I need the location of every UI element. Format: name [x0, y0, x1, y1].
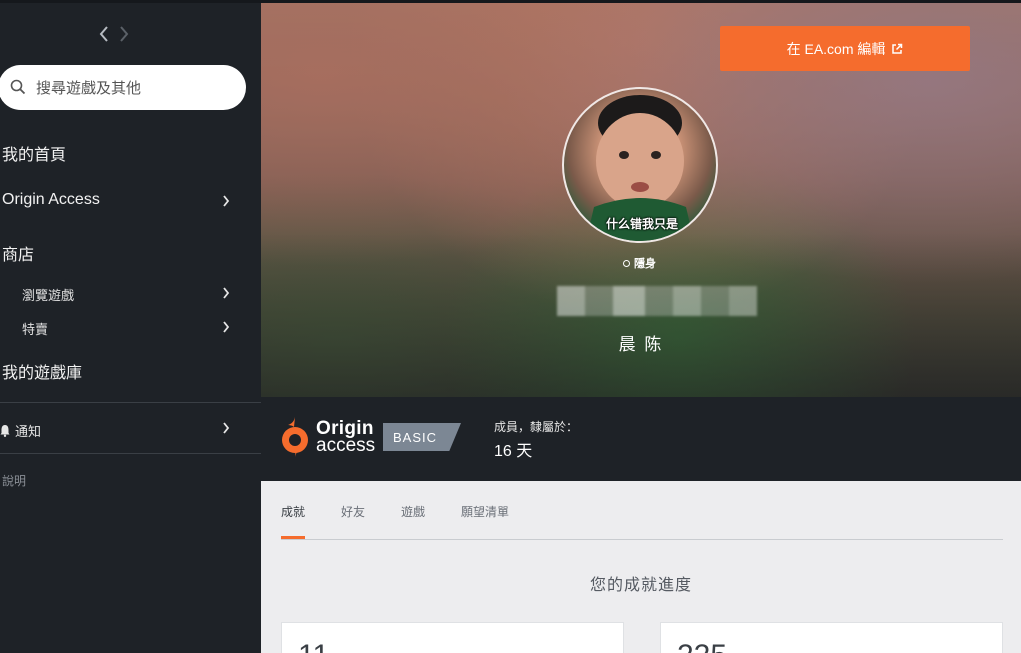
- divider: [0, 453, 261, 454]
- avatar-caption: 什么错我只是: [605, 217, 678, 231]
- origin-access-logo: Origin access: [280, 417, 375, 457]
- sidebar-item-label: 我的首頁: [2, 147, 67, 164]
- sidebar-item-notifications[interactable]: 通知: [0, 421, 41, 440]
- sidebar-item-label: Origin Access: [2, 191, 100, 208]
- online-status[interactable]: 隱身: [623, 255, 656, 271]
- achievement-card: 11: [281, 622, 624, 653]
- tier-badge: BASIC: [383, 423, 461, 451]
- sidebar-item-browse-games[interactable]: 瀏覽遊戲: [22, 285, 74, 304]
- active-tab-indicator: [281, 536, 305, 539]
- sidebar-item-store[interactable]: 商店: [2, 241, 34, 265]
- chevron-right-icon: [223, 422, 230, 434]
- origin-logo-icon: [282, 417, 308, 457]
- history-nav: [98, 25, 130, 43]
- divider: [0, 402, 261, 403]
- profile-content: 成就 好友 遊戲 願望清單 您的成就進度 11 225: [261, 481, 1021, 653]
- back-arrow-icon[interactable]: [98, 25, 110, 43]
- sidebar-item-label: 特賣: [22, 322, 49, 337]
- status-label: 隱身: [634, 258, 656, 270]
- notifications-label: 通知: [15, 424, 42, 439]
- status-dot-icon: [623, 259, 630, 267]
- sidebar-item-home[interactable]: 我的首頁: [2, 141, 66, 165]
- profile-tabs: 成就 好友 遊戲 願望清單: [281, 503, 1003, 540]
- sidebar-item-game-library[interactable]: 我的遊戲庫: [2, 359, 82, 383]
- chevron-right-icon: [223, 195, 230, 207]
- chevron-right-icon: [223, 287, 230, 299]
- edit-on-ea-button[interactable]: 在 EA.com 編輯: [720, 26, 970, 71]
- sidebar: 我的首頁 Origin Access 商店 瀏覽遊戲 特賣 我的遊戲庫 通知 說…: [0, 3, 261, 653]
- avatar[interactable]: 什么错我只是: [562, 87, 718, 243]
- search-box[interactable]: [0, 65, 246, 110]
- origin-access-bar: Origin access BASIC 成員，隸屬於： 16 天: [261, 397, 1021, 481]
- username-redacted: [557, 286, 757, 316]
- search-input[interactable]: [34, 74, 238, 102]
- chevron-right-icon: [223, 321, 230, 333]
- tab-friends[interactable]: 好友: [341, 503, 365, 520]
- achievement-progress-title: 您的成就進度: [589, 577, 692, 594]
- sidebar-item-sale[interactable]: 特賣: [22, 319, 48, 338]
- tab-games[interactable]: 遊戲: [401, 503, 425, 520]
- external-link-icon: [892, 43, 903, 54]
- sidebar-item-label: 瀏覽遊戲: [22, 288, 75, 303]
- origin-access-wordmark: Origin access: [316, 419, 375, 455]
- tab-achievements[interactable]: 成就: [281, 503, 305, 520]
- search-icon: [10, 79, 26, 95]
- profile-hero: 在 EA.com 編輯 什么错我只是 隱身 晨 陈: [261, 3, 1021, 397]
- brand-access: access: [316, 435, 376, 456]
- achievement-count: 11: [298, 639, 329, 653]
- achievement-points: 225: [677, 639, 727, 653]
- member-label: 成員，隸屬於：: [494, 420, 579, 434]
- edit-button-label: 在 EA.com 編輯: [786, 40, 886, 57]
- real-name: 晨 陈: [618, 335, 664, 354]
- tab-wishlist[interactable]: 願望清單: [461, 503, 509, 520]
- main-content: 在 EA.com 編輯 什么错我只是 隱身 晨 陈 Origin access …: [261, 3, 1021, 653]
- bell-icon: [0, 425, 10, 437]
- forward-arrow-icon[interactable]: [118, 25, 130, 43]
- achievement-points-card: 225: [660, 622, 1003, 653]
- help-link[interactable]: 說明: [2, 472, 26, 489]
- sidebar-item-label: 我的遊戲庫: [2, 365, 83, 382]
- sidebar-item-label: 商店: [2, 247, 35, 264]
- member-days: 16 天: [494, 443, 533, 460]
